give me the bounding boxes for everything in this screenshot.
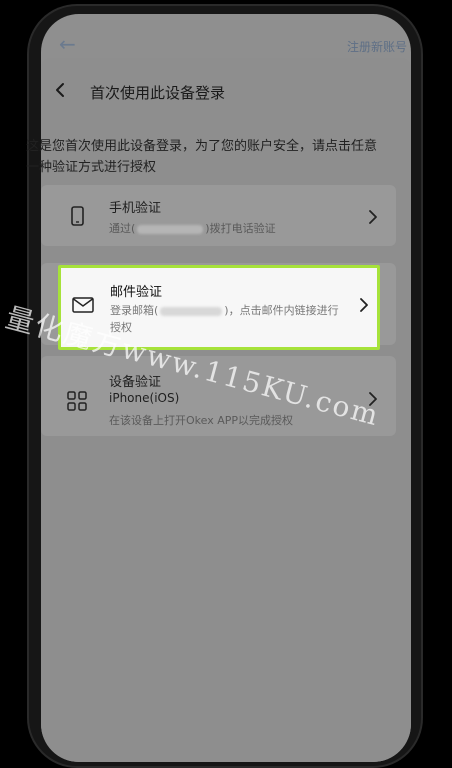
option-detail: 在该设备上打开Okex APP以完成授权 [109, 414, 294, 427]
register-link[interactable]: 注册新账号 [347, 38, 407, 55]
background-back-icon: ← [59, 32, 76, 56]
chevron-right-icon [360, 298, 368, 312]
masked-email [160, 306, 223, 316]
option-phone-verification[interactable]: 手机验证 通过()拨打电话验证 [41, 185, 396, 246]
option-label: 邮件验证 [110, 285, 163, 300]
option-detail: 通过()拨打电话验证 [109, 222, 276, 235]
description-text: 这是您首次使用此设备登录，为了您的账户安全，请点击任意一种验证方式进行授权 [26, 139, 378, 175]
chevron-right-icon [369, 210, 377, 224]
grid-icon [67, 391, 87, 411]
device-name: iPhone(iOS) [109, 391, 180, 405]
option-label: 手机验证 [109, 201, 162, 216]
option-detail: 登录邮箱()，点击邮件内链接进行 [110, 304, 339, 317]
mail-icon [72, 297, 94, 313]
masked-phone-number [137, 224, 204, 234]
phone-icon [71, 206, 84, 226]
background-app-bar: ← 注册新账号 [41, 14, 411, 58]
